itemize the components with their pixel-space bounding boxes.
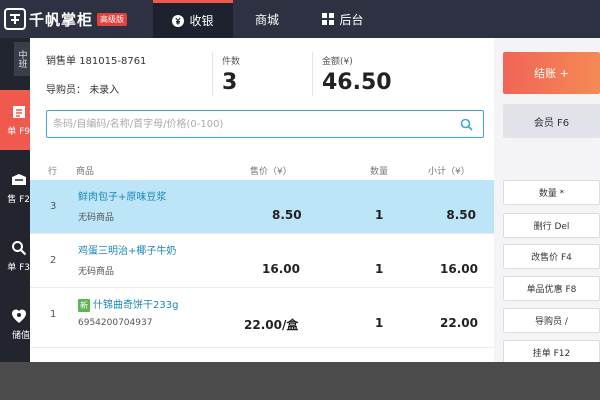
search-icon bbox=[12, 240, 27, 255]
sidebar-item-lookup[interactable]: 单 F3 bbox=[0, 226, 30, 286]
new-badge: 新 bbox=[78, 299, 90, 312]
product-price: 22.00/盒 bbox=[244, 318, 299, 332]
total-value: 46.50 bbox=[322, 70, 392, 95]
tab-checkout-label: 收银 bbox=[189, 14, 214, 28]
product-subtotal: 22.00 bbox=[440, 316, 478, 330]
order-number-label: 销售单 bbox=[46, 56, 76, 67]
order-info: 销售单 181015-8761 导购员： 未录入 bbox=[46, 52, 146, 96]
checkout-button[interactable]: 结账 + bbox=[503, 52, 600, 94]
product-name[interactable]: 鸡蛋三明治+椰子牛奶 bbox=[78, 242, 176, 257]
tab-checkout[interactable]: 收银 bbox=[153, 0, 233, 38]
guide-value: 未录入 bbox=[89, 85, 120, 96]
member-button[interactable]: 会员 F6 bbox=[503, 104, 600, 138]
row-number: 3 bbox=[50, 201, 57, 212]
guide-button[interactable]: 导购员 / bbox=[503, 308, 600, 333]
product-subtotal: 8.50 bbox=[446, 208, 476, 222]
col-row: 行 bbox=[48, 167, 58, 177]
table-header: 行 商品 售价（¥） 数量 小计（¥） bbox=[30, 160, 494, 180]
tab-mall-label: 商城 bbox=[254, 12, 279, 27]
product-price: 8.50 bbox=[272, 208, 302, 222]
brand-logo-icon bbox=[4, 8, 26, 30]
product-price: 16.00 bbox=[262, 262, 300, 276]
product-code: 无码商品 bbox=[78, 267, 115, 277]
qty-label: 件数 bbox=[222, 57, 241, 67]
row-number: 2 bbox=[50, 255, 57, 266]
search-input[interactable] bbox=[53, 112, 460, 136]
table-row[interactable]: 1 新什锦曲奇饼干233g 6954200704937 22.00/盒 1 22… bbox=[30, 288, 494, 348]
sidebar-item-label: 售 F2 bbox=[7, 194, 30, 205]
tab-mall[interactable]: 商城 bbox=[236, 0, 298, 38]
col-subtotal: 小计（¥） bbox=[428, 167, 470, 177]
order-icon bbox=[13, 105, 25, 118]
action-panel: 结账 + 会员 F6 数量 * 删行 Del 改售价 F4 单品优惠 F8 导购… bbox=[494, 38, 600, 362]
row-number: 1 bbox=[50, 309, 57, 320]
yuan-circle-icon bbox=[172, 14, 185, 27]
top-nav-bar: 千帆掌柜 高级版 收银 商城 后台 bbox=[0, 0, 600, 38]
guide-label: 导购员： bbox=[46, 85, 86, 96]
sidebar-item-order[interactable]: 单 F9 bbox=[0, 90, 30, 150]
sidebar-item-inventory[interactable]: 售 F2 bbox=[0, 158, 30, 218]
order-number-line: 销售单 181015-8761 bbox=[46, 52, 146, 67]
brand-logo: 千帆掌柜 高级版 bbox=[0, 0, 150, 38]
change-price-button[interactable]: 改售价 F4 bbox=[503, 244, 600, 269]
sidebar-item-label: 单 F9 bbox=[7, 126, 30, 137]
tab-backend-label: 后台 bbox=[339, 12, 364, 27]
qty-value: 3 bbox=[222, 70, 238, 95]
col-price: 售价（¥） bbox=[250, 167, 292, 177]
desktop-background bbox=[0, 362, 600, 400]
brand-name: 千帆掌柜 bbox=[29, 10, 94, 29]
tab-backend[interactable]: 后台 bbox=[310, 0, 376, 38]
left-sidebar: 中班 单 F9 售 F2 单 F3 储值 bbox=[0, 38, 30, 362]
product-code: 6954200704937 bbox=[78, 318, 153, 328]
divider bbox=[312, 52, 313, 96]
product-name: 什锦曲奇饼干233g bbox=[93, 300, 179, 311]
product-qty: 1 bbox=[375, 208, 384, 222]
delete-row-button[interactable]: 删行 Del bbox=[503, 213, 600, 238]
col-qty: 数量 bbox=[370, 167, 389, 177]
grid-icon bbox=[322, 13, 335, 25]
main-panel: 销售单 181015-8761 导购员： 未录入 件数 3 金额(¥) 46.5… bbox=[30, 38, 494, 362]
edition-badge: 高级版 bbox=[97, 12, 128, 26]
table-row[interactable]: 2 鸡蛋三明治+椰子牛奶 无码商品 16.00 1 16.00 bbox=[30, 234, 494, 288]
divider bbox=[212, 52, 213, 96]
search-icon[interactable] bbox=[460, 118, 473, 131]
total-label: 金额(¥) bbox=[322, 57, 353, 67]
table-row[interactable]: 3 鲜肉包子+原味豆浆 无码商品 8.50 1 8.50 bbox=[30, 180, 494, 234]
product-qty: 1 bbox=[375, 316, 384, 330]
quantity-button[interactable]: 数量 * bbox=[503, 180, 600, 205]
hold-order-button[interactable]: 挂单 F12 bbox=[503, 340, 600, 362]
product-code: 无码商品 bbox=[78, 213, 115, 223]
product-name-wrap[interactable]: 新什锦曲奇饼干233g bbox=[78, 296, 178, 312]
item-discount-button[interactable]: 单品优惠 F8 bbox=[503, 276, 600, 301]
product-name[interactable]: 鲜肉包子+原味豆浆 bbox=[78, 188, 166, 203]
col-product: 商品 bbox=[76, 167, 95, 177]
sidebar-item-label: 单 F3 bbox=[7, 262, 30, 273]
shift-indicator[interactable]: 中班 bbox=[14, 42, 30, 76]
pos-app: 千帆掌柜 高级版 收银 商城 后台 中班 单 F9 售 F2 单 F3 储值 销… bbox=[0, 0, 600, 362]
product-qty: 1 bbox=[375, 262, 384, 276]
sidebar-item-label: 储值 bbox=[11, 330, 30, 341]
product-subtotal: 16.00 bbox=[440, 262, 478, 276]
sidebar-item-recharge[interactable]: 储值 bbox=[0, 294, 30, 354]
product-search[interactable] bbox=[46, 110, 484, 138]
recharge-icon bbox=[12, 309, 26, 323]
guide-line[interactable]: 导购员： 未录入 bbox=[46, 81, 146, 96]
order-number: 181015-8761 bbox=[79, 56, 147, 67]
inventory-icon bbox=[12, 173, 26, 185]
